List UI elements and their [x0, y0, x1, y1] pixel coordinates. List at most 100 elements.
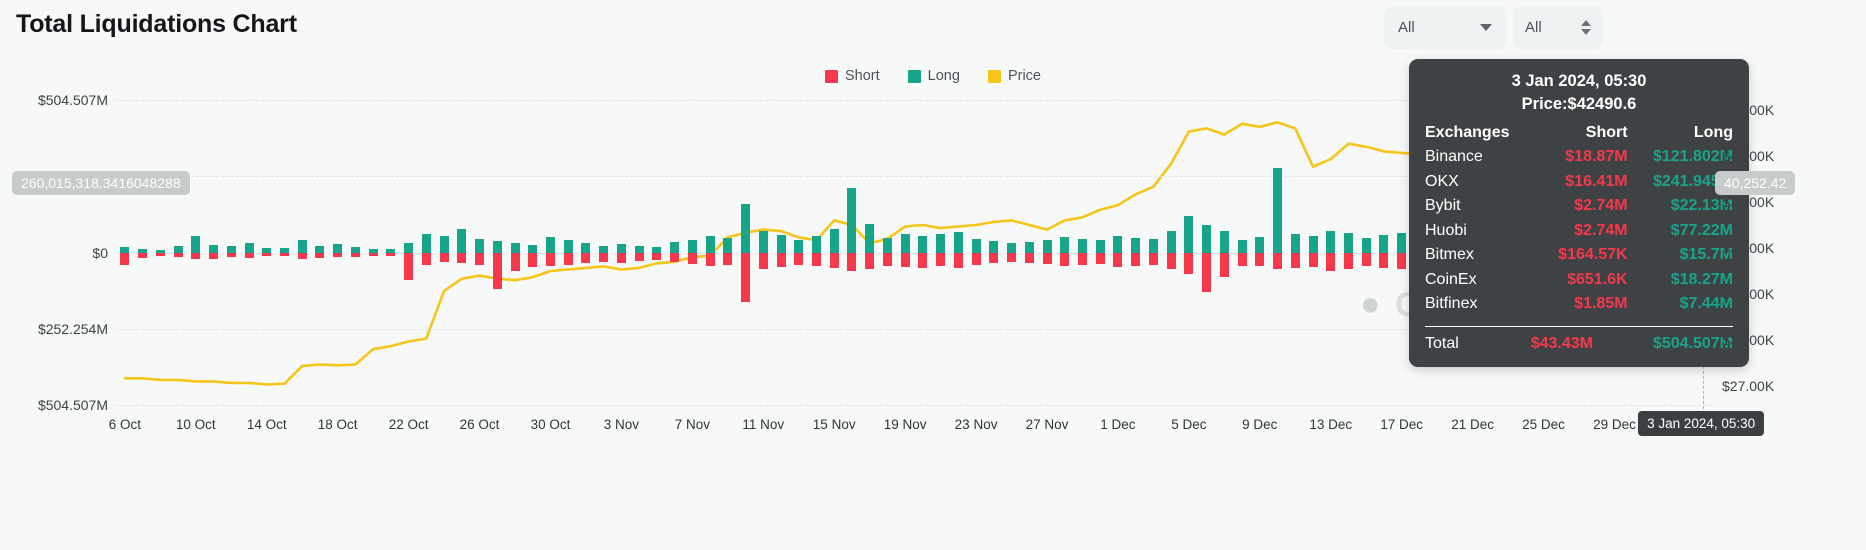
- liquidation-bar[interactable]: [1344, 100, 1353, 405]
- liquidation-bar[interactable]: [528, 100, 537, 405]
- liquidation-bar[interactable]: [1043, 100, 1052, 405]
- liquidation-bar[interactable]: [457, 100, 466, 405]
- bar-short-segment: [440, 253, 449, 262]
- liquidation-bar[interactable]: [1379, 100, 1388, 405]
- bar-long-segment: [440, 236, 449, 253]
- tooltip-exchange-row: Bybit$2.74M$22.13M: [1425, 194, 1733, 218]
- tooltip-divider: [1425, 326, 1733, 327]
- liquidation-bar[interactable]: [581, 100, 590, 405]
- liquidation-bar[interactable]: [404, 100, 413, 405]
- liquidation-bar[interactable]: [315, 100, 324, 405]
- liquidation-bar[interactable]: [475, 100, 484, 405]
- liquidation-bar[interactable]: [936, 100, 945, 405]
- liquidation-bar[interactable]: [262, 100, 271, 405]
- bar-short-segment: [759, 253, 768, 270]
- bar-short-segment: [1096, 253, 1105, 264]
- liquidation-bar[interactable]: [564, 100, 573, 405]
- liquidation-bar[interactable]: [635, 100, 644, 405]
- x-axis-tick: 11 Nov: [742, 417, 784, 432]
- bar-short-segment: [706, 253, 715, 266]
- liquidation-bar[interactable]: [440, 100, 449, 405]
- liquidation-bar[interactable]: [1025, 100, 1034, 405]
- filter-select-secondary[interactable]: All: [1513, 6, 1603, 49]
- liquidation-bar[interactable]: [120, 100, 129, 405]
- liquidation-bar[interactable]: [901, 100, 910, 405]
- liquidation-bar[interactable]: [1397, 100, 1406, 405]
- tooltip-table-body: Binance$18.87M$121.802MOKX$16.41M$241.94…: [1425, 145, 1733, 316]
- liquidation-bar[interactable]: [847, 100, 856, 405]
- bar-long-segment: [1113, 236, 1122, 253]
- legend-item-short[interactable]: Short: [825, 68, 880, 84]
- liquidation-bar[interactable]: [1167, 100, 1176, 405]
- liquidation-bar[interactable]: [1326, 100, 1335, 405]
- liquidation-bar[interactable]: [652, 100, 661, 405]
- liquidation-bar[interactable]: [617, 100, 626, 405]
- liquidation-bar[interactable]: [1362, 100, 1371, 405]
- liquidation-bar[interactable]: [1291, 100, 1300, 405]
- liquidation-bar[interactable]: [812, 100, 821, 405]
- liquidation-bar[interactable]: [209, 100, 218, 405]
- liquidation-bar[interactable]: [1220, 100, 1229, 405]
- liquidation-bar[interactable]: [865, 100, 874, 405]
- liquidation-bar[interactable]: [333, 100, 342, 405]
- bar-short-segment: [1167, 253, 1176, 270]
- liquidation-bar[interactable]: [1060, 100, 1069, 405]
- liquidation-bar[interactable]: [741, 100, 750, 405]
- tooltip-date: 3 Jan 2024, 05:30: [1425, 70, 1733, 93]
- liquidation-bar[interactable]: [351, 100, 360, 405]
- liquidation-bar[interactable]: [1131, 100, 1140, 405]
- liquidation-bar[interactable]: [989, 100, 998, 405]
- liquidation-bar[interactable]: [883, 100, 892, 405]
- liquidation-bar[interactable]: [386, 100, 395, 405]
- liquidation-bar[interactable]: [599, 100, 608, 405]
- filter-select-primary[interactable]: All: [1384, 6, 1506, 49]
- liquidation-bar[interactable]: [546, 100, 555, 405]
- bar-short-segment: [901, 253, 910, 268]
- x-axis-tick: 27 Nov: [1026, 417, 1069, 432]
- liquidation-bar[interactable]: [1149, 100, 1158, 405]
- liquidation-bar[interactable]: [1184, 100, 1193, 405]
- legend-swatch-icon: [908, 70, 921, 83]
- liquidation-bar[interactable]: [245, 100, 254, 405]
- liquidation-bar[interactable]: [422, 100, 431, 405]
- liquidation-bar[interactable]: [191, 100, 200, 405]
- liquidation-bar[interactable]: [493, 100, 502, 405]
- liquidation-bar[interactable]: [1096, 100, 1105, 405]
- liquidation-bar[interactable]: [511, 100, 520, 405]
- liquidation-bar[interactable]: [174, 100, 183, 405]
- legend-item-price[interactable]: Price: [988, 68, 1041, 84]
- liquidation-bar[interactable]: [298, 100, 307, 405]
- bar-long-segment: [1397, 233, 1406, 253]
- liquidation-bar[interactable]: [723, 100, 732, 405]
- liquidation-bar[interactable]: [1078, 100, 1087, 405]
- liquidation-bar[interactable]: [1255, 100, 1264, 405]
- liquidation-bar[interactable]: [918, 100, 927, 405]
- liquidation-bar[interactable]: [1202, 100, 1211, 405]
- liquidation-bar[interactable]: [954, 100, 963, 405]
- liquidation-bar[interactable]: [138, 100, 147, 405]
- liquidation-bar[interactable]: [830, 100, 839, 405]
- bar-short-segment: [972, 253, 981, 265]
- liquidation-bar[interactable]: [1273, 100, 1282, 405]
- liquidation-bar[interactable]: [794, 100, 803, 405]
- liquidation-bar[interactable]: [280, 100, 289, 405]
- bar-short-segment: [280, 253, 289, 256]
- liquidation-bar[interactable]: [1309, 100, 1318, 405]
- liquidation-bar[interactable]: [1113, 100, 1122, 405]
- liquidation-bar[interactable]: [1238, 100, 1247, 405]
- tooltip-total-table: Total $43.43M $504.507M: [1425, 335, 1733, 353]
- legend-item-long[interactable]: Long: [908, 68, 960, 84]
- liquidation-bar[interactable]: [156, 100, 165, 405]
- bar-short-segment: [546, 253, 555, 267]
- liquidation-bar[interactable]: [1007, 100, 1016, 405]
- liquidation-bar[interactable]: [972, 100, 981, 405]
- liquidation-bar[interactable]: [759, 100, 768, 405]
- tooltip-cell-exchange: CoinEx: [1425, 268, 1536, 292]
- liquidation-bar[interactable]: [777, 100, 786, 405]
- liquidation-bar[interactable]: [688, 100, 697, 405]
- liquidation-bar[interactable]: [670, 100, 679, 405]
- liquidation-bar[interactable]: [227, 100, 236, 405]
- liquidation-bar[interactable]: [369, 100, 378, 405]
- liquidation-bar[interactable]: [706, 100, 715, 405]
- tooltip-exchange-table: ExchangesShortLong Binance$18.87M$121.80…: [1425, 121, 1733, 317]
